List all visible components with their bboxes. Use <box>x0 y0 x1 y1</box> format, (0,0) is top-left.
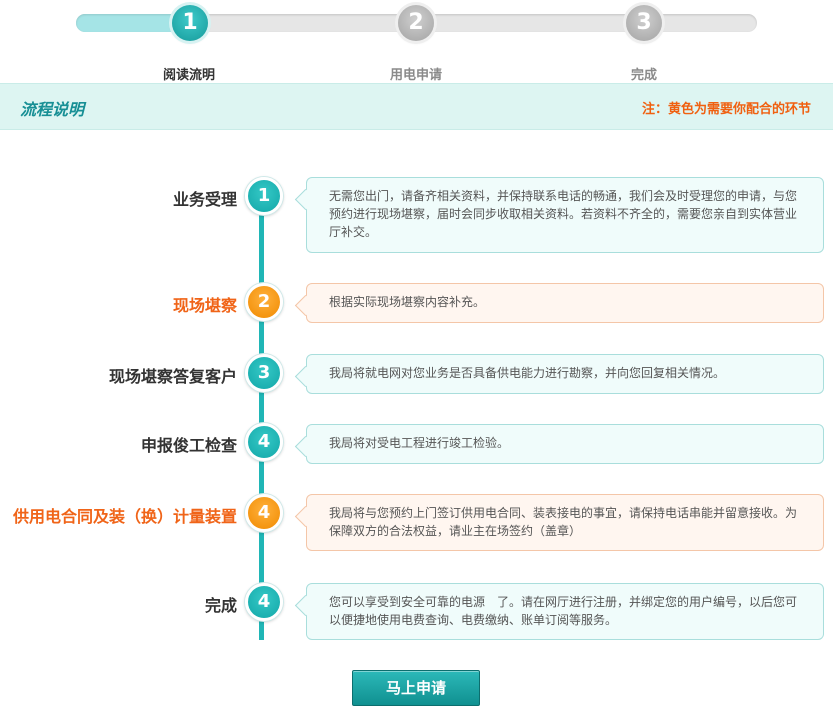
step-3-circle: 3 <box>626 5 662 41</box>
timeline-label-4: 申报俊工检查 <box>140 436 237 455</box>
timeline-label-2: 现场堪察 <box>172 296 237 315</box>
timeline-text-2: 根据实际现场堪察内容补充。 <box>329 295 486 309</box>
timeline-text-6: 您可以享受到安全可靠的电源 了。请在网厅进行注册，并绑定您的用户编号，以后您可以… <box>329 595 798 627</box>
step-1-label: 阅读流明 <box>162 68 215 83</box>
highlight-note: 注：黄色为需要你配合的环节 <box>641 102 811 117</box>
timeline-node-4: 4 <box>245 423 283 461</box>
process-title: 流程说明 <box>20 100 85 119</box>
timeline-card-1: 无需您出门，请备齐相关资料，并保持联系电话的畅通，我们会及时受理您的申请，与您预… <box>306 177 824 253</box>
timeline-text-1: 无需您出门，请备齐相关资料，并保持联系电话的畅通，我们会及时受理您的申请，与您预… <box>329 189 798 239</box>
timeline-node-1: 1 <box>245 177 283 215</box>
step-3-label: 完成 <box>630 68 657 83</box>
progress-stepper: 1 2 3 阅读流明 用电申请 完成 <box>0 0 833 83</box>
timeline-node-5: 4 <box>245 494 283 532</box>
apply-now-button[interactable]: 马上申请 <box>352 670 480 706</box>
timeline-card-3: 我局将就电网对您业务是否具备供电能力进行勘察，并向您回复相关情况。 <box>306 354 824 394</box>
timeline-label-5: 供用电合同及装（换）计量装置 <box>12 507 237 526</box>
timeline-label-3: 现场堪察答复客户 <box>108 367 237 386</box>
timeline-card-2: 根据实际现场堪察内容补充。 <box>306 283 824 323</box>
step-1-circle: 1 <box>172 5 208 41</box>
timeline-node-2: 2 <box>245 283 283 321</box>
timeline-card-4: 我局将对受电工程进行竣工检验。 <box>306 424 824 464</box>
step-2-circle: 2 <box>398 5 434 41</box>
timeline-card-6: 您可以享受到安全可靠的电源 了。请在网厅进行注册，并绑定您的用户编号，以后您可以… <box>306 583 824 640</box>
step-2-label: 用电申请 <box>389 68 442 83</box>
timeline-text-4: 我局将对受电工程进行竣工检验。 <box>329 436 510 450</box>
timeline-node-3: 3 <box>245 354 283 392</box>
timeline-label-6: 完成 <box>204 596 237 615</box>
timeline-text-3: 我局将就电网对您业务是否具备供电能力进行勘察，并向您回复相关情况。 <box>329 366 726 380</box>
timeline-line <box>259 195 264 640</box>
timeline-text-5: 我局将与您预约上门签订供用电合同、装表接电的事宜，请保持电话串能并留意接收。为保… <box>329 506 798 538</box>
timeline-label-1: 业务受理 <box>172 190 237 209</box>
process-info-bar: 流程说明 注：黄色为需要你配合的环节 <box>0 83 833 130</box>
timeline-card-5: 我局将与您预约上门签订供用电合同、装表接电的事宜，请保持电话串能并留意接收。为保… <box>306 494 824 551</box>
timeline-node-6: 4 <box>245 583 283 621</box>
